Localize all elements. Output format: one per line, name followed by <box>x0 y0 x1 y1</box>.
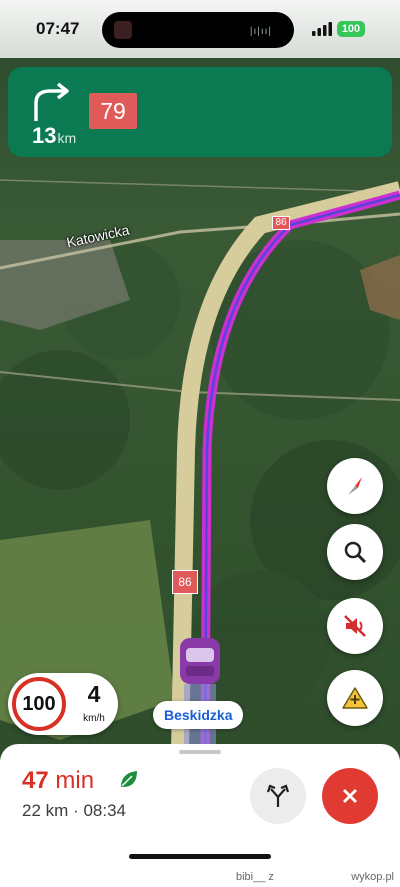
search-button[interactable] <box>327 524 383 580</box>
eco-leaf-icon <box>121 771 137 787</box>
alternate-routes-button[interactable] <box>250 768 306 824</box>
speed-limit-sign: 100 <box>12 677 66 731</box>
watermark-site: wykop.pl <box>351 871 394 883</box>
vehicle-icon <box>180 638 220 684</box>
watermark-user: bibi__ z <box>236 871 274 883</box>
report-incident-button[interactable] <box>327 670 383 726</box>
turn-right-icon <box>34 82 69 121</box>
dynamic-island: |ı|ıı| <box>102 12 294 48</box>
route-shield: 86 <box>272 216 290 230</box>
turn-distance: 13km <box>32 123 76 149</box>
eta-unit: min <box>55 767 95 794</box>
home-indicator[interactable] <box>129 854 271 859</box>
trip-details: 22 km · 08:34 <box>22 801 126 821</box>
speed-widget: 100 4 km/h <box>8 673 118 735</box>
alternate-routes-icon <box>266 784 290 807</box>
drag-handle[interactable] <box>179 750 221 754</box>
direction-banner[interactable]: 13km <box>8 67 392 157</box>
status-bar: 07:47 |ı|ıı| 100 <box>0 0 400 58</box>
exit-navigation-button[interactable] <box>322 768 378 824</box>
battery-indicator: 100 <box>337 21 365 37</box>
road-number-shield: 79 <box>89 93 137 129</box>
report-incident-icon <box>342 687 368 709</box>
mute-icon <box>344 615 366 637</box>
route-shield: 86 <box>172 570 198 594</box>
mute-button[interactable] <box>327 598 383 654</box>
trip-distance: 22 km <box>22 801 69 820</box>
eta-duration: 47 min <box>22 767 94 795</box>
audio-wave-icon: |ı|ıı| <box>249 26 272 37</box>
current-street-label: Beskidzka <box>153 701 244 729</box>
close-icon <box>343 789 357 803</box>
search-icon <box>344 541 367 564</box>
eta-value: 47 <box>22 767 49 794</box>
cellular-signal-icon <box>312 22 332 36</box>
speed-unit: km/h <box>83 713 105 724</box>
compass-icon <box>348 477 362 495</box>
arrival-time: 08:34 <box>83 801 126 820</box>
current-speed: 4 <box>87 681 101 707</box>
compass-button[interactable] <box>327 458 383 514</box>
trip-separator: · <box>73 801 79 820</box>
app-activity-icon <box>114 21 132 39</box>
turn-distance-value: 13 <box>32 123 57 148</box>
status-time: 07:47 <box>36 19 80 38</box>
turn-distance-unit: km <box>57 130 77 146</box>
trip-summary-panel[interactable]: 47 min 22 km · 08:34 <box>0 744 400 887</box>
